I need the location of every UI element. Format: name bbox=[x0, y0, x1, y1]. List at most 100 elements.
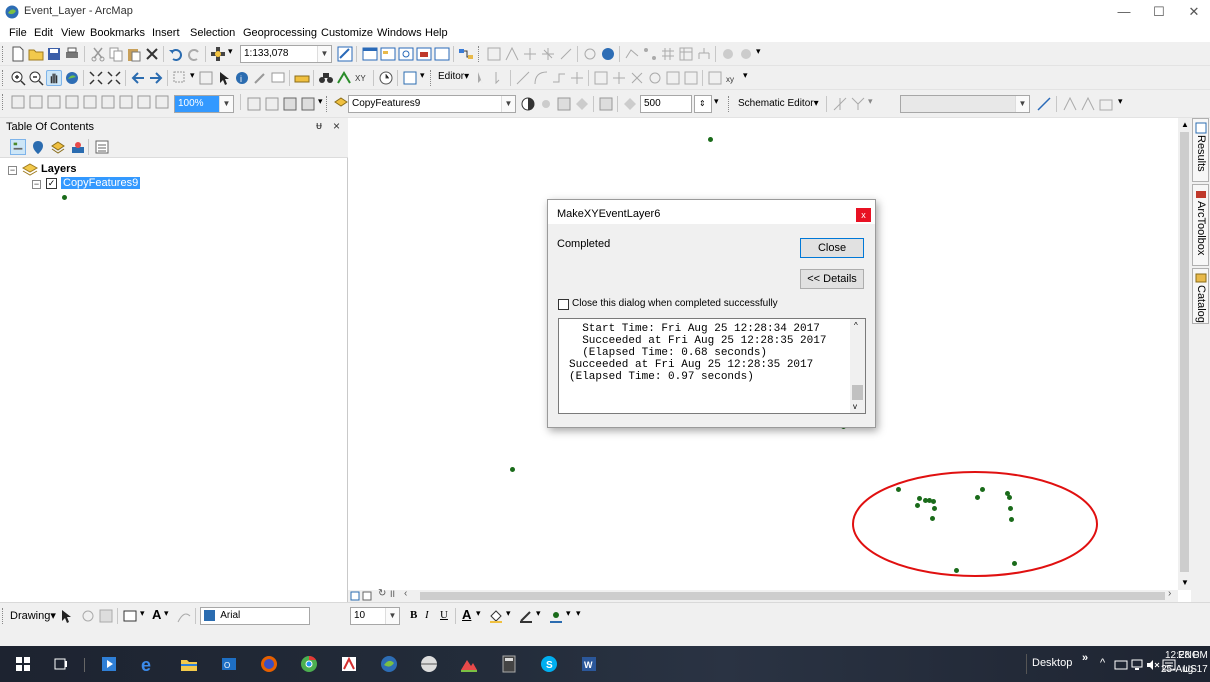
focus-data-frame-icon[interactable] bbox=[264, 96, 280, 112]
copy-icon[interactable] bbox=[108, 46, 124, 62]
chrome-icon[interactable] bbox=[300, 655, 318, 673]
toolbar-overflow-icon[interactable]: ▾ bbox=[318, 96, 323, 107]
toggle-draft-mode-icon[interactable] bbox=[246, 96, 262, 112]
close-on-complete-checkbox[interactable] bbox=[558, 299, 569, 310]
chevron-down-icon[interactable]: ▼ bbox=[501, 96, 515, 112]
media-player-icon[interactable] bbox=[100, 655, 118, 673]
file-explorer-icon[interactable] bbox=[180, 655, 198, 673]
layer-visibility-checkbox[interactable]: ✓ bbox=[46, 178, 57, 189]
layout-icon[interactable] bbox=[707, 70, 723, 86]
chevron-down-icon[interactable]: ▼ bbox=[1015, 96, 1029, 112]
tool-a-icon[interactable] bbox=[720, 46, 736, 62]
line-color-icon[interactable] bbox=[518, 608, 534, 624]
tray-app-icon[interactable] bbox=[1114, 659, 1128, 671]
calculator-icon[interactable] bbox=[500, 655, 518, 673]
network-icon[interactable] bbox=[642, 46, 658, 62]
layer-label-copyfeatures9[interactable]: CopyFeatures9 bbox=[61, 177, 141, 189]
tab-catalog[interactable]: Catalog bbox=[1192, 268, 1209, 324]
layer-symbol-point[interactable] bbox=[62, 195, 67, 200]
next-extent-icon[interactable] bbox=[154, 94, 170, 110]
bold-button[interactable]: B bbox=[410, 609, 417, 621]
hyperlink-icon[interactable] bbox=[252, 70, 268, 86]
arctoolbox-window-icon[interactable] bbox=[416, 46, 432, 62]
select-features-icon[interactable] bbox=[172, 70, 188, 86]
schematic-editor-menu[interactable]: Schematic Editor▾ bbox=[738, 98, 819, 109]
full-extent-icon[interactable] bbox=[64, 70, 80, 86]
log-scrollbar-thumb[interactable] bbox=[852, 385, 863, 400]
globe-icon[interactable] bbox=[600, 46, 616, 62]
pin-icon[interactable]: ᵾ bbox=[316, 120, 322, 132]
clock-time[interactable]: 12:28 PM bbox=[1165, 650, 1208, 661]
sketch-properties-icon[interactable] bbox=[647, 70, 663, 86]
layout-pan-icon[interactable] bbox=[46, 94, 62, 110]
network-icon[interactable] bbox=[1130, 659, 1144, 671]
identify-feature-icon[interactable] bbox=[582, 46, 598, 62]
snap-tolerance-icon[interactable] bbox=[622, 96, 638, 112]
edit-vertices-icon[interactable] bbox=[504, 46, 520, 62]
edit-window-icon[interactable] bbox=[683, 70, 699, 86]
zoom-in-icon[interactable] bbox=[10, 70, 26, 86]
scroll-down-icon[interactable]: ▼ bbox=[1181, 578, 1189, 587]
menu-help[interactable]: Help bbox=[425, 27, 448, 39]
identify-icon[interactable]: i bbox=[234, 70, 250, 86]
clear-selection-icon[interactable] bbox=[198, 70, 214, 86]
windows-start-icon[interactable] bbox=[14, 655, 32, 673]
edge-browser-icon[interactable]: e bbox=[140, 655, 158, 673]
toolbar-overflow-icon[interactable]: ▾ bbox=[743, 70, 748, 81]
marker-color-icon[interactable] bbox=[548, 608, 564, 624]
layers-group-label[interactable]: Layers bbox=[41, 163, 76, 175]
create-features-icon[interactable] bbox=[665, 70, 681, 86]
fill-color-dropdown-icon[interactable]: ▾ bbox=[506, 608, 511, 619]
schematic-diagram-combo[interactable]: ▼ bbox=[900, 95, 1030, 113]
scroll-up-icon[interactable]: ^ bbox=[854, 320, 858, 332]
go-to-xy-icon[interactable]: XY bbox=[354, 70, 370, 86]
time-slider-icon[interactable] bbox=[378, 70, 394, 86]
map-scale-combo[interactable]: 1:133,078 ▼ bbox=[240, 45, 332, 63]
create-viewer-icon[interactable] bbox=[402, 70, 418, 86]
forward-arrow-icon[interactable] bbox=[148, 70, 164, 86]
refresh-icon[interactable]: ↻ bbox=[378, 588, 386, 599]
marker-color-dropdown-icon[interactable]: ▾ bbox=[566, 608, 571, 619]
new-document-icon[interactable] bbox=[10, 46, 26, 62]
maximize-button[interactable]: ☐ bbox=[1148, 3, 1170, 21]
word-icon[interactable]: W bbox=[580, 655, 598, 673]
toolbar-overflow-icon[interactable]: ▾ bbox=[576, 608, 581, 619]
list-by-selection-icon[interactable] bbox=[70, 139, 86, 155]
back-arrow-icon[interactable] bbox=[130, 70, 146, 86]
open-folder-icon[interactable] bbox=[28, 46, 44, 62]
zoom-out-icon[interactable] bbox=[28, 70, 44, 86]
data-view-icon[interactable] bbox=[350, 591, 360, 601]
select-dropdown-icon[interactable]: ▾ bbox=[190, 70, 195, 81]
split-icon[interactable] bbox=[540, 46, 556, 62]
dialog-close-icon[interactable]: x bbox=[856, 208, 871, 222]
underline-button[interactable]: U bbox=[440, 609, 448, 621]
show-hidden-icons-icon[interactable]: ^ bbox=[1100, 657, 1105, 669]
font-size-combo[interactable]: 10 ▼ bbox=[350, 607, 400, 625]
menu-view[interactable]: View bbox=[61, 27, 85, 39]
editor-toolbar-icon[interactable] bbox=[337, 46, 353, 62]
details-button[interactable]: << Details bbox=[800, 269, 864, 289]
contrast-icon[interactable] bbox=[520, 96, 536, 112]
firefox-icon[interactable] bbox=[260, 655, 278, 673]
minimize-button[interactable]: — bbox=[1113, 3, 1135, 21]
fixed-zoom-out-layout-icon[interactable] bbox=[118, 94, 134, 110]
menu-selection[interactable]: Selection bbox=[190, 27, 235, 39]
desktop-toolbar-label[interactable]: Desktop bbox=[1032, 657, 1072, 669]
scrollbar-thumb[interactable] bbox=[1180, 132, 1189, 572]
trace-icon[interactable] bbox=[551, 70, 567, 86]
target-layer-combo[interactable]: CopyFeatures9 ▼ bbox=[348, 95, 516, 113]
outlook-icon[interactable]: O bbox=[220, 655, 238, 673]
close-window-button[interactable]: ✕ bbox=[1183, 3, 1205, 21]
search-window-icon[interactable] bbox=[398, 46, 414, 62]
italic-button[interactable]: I bbox=[425, 609, 429, 621]
brightness-icon[interactable] bbox=[538, 96, 554, 112]
layout-view-icon[interactable] bbox=[362, 591, 372, 601]
select-elements-icon[interactable] bbox=[58, 608, 74, 624]
close-button[interactable]: Close bbox=[800, 238, 864, 258]
tab-arctoolbox[interactable]: ArcToolbox bbox=[1192, 184, 1209, 266]
html-popup-icon[interactable] bbox=[270, 70, 286, 86]
toc-options-icon[interactable] bbox=[94, 139, 110, 155]
change-layout-icon[interactable] bbox=[282, 96, 298, 112]
zoom-whole-page-icon[interactable] bbox=[64, 94, 80, 110]
menu-customize[interactable]: Customize bbox=[321, 27, 373, 39]
